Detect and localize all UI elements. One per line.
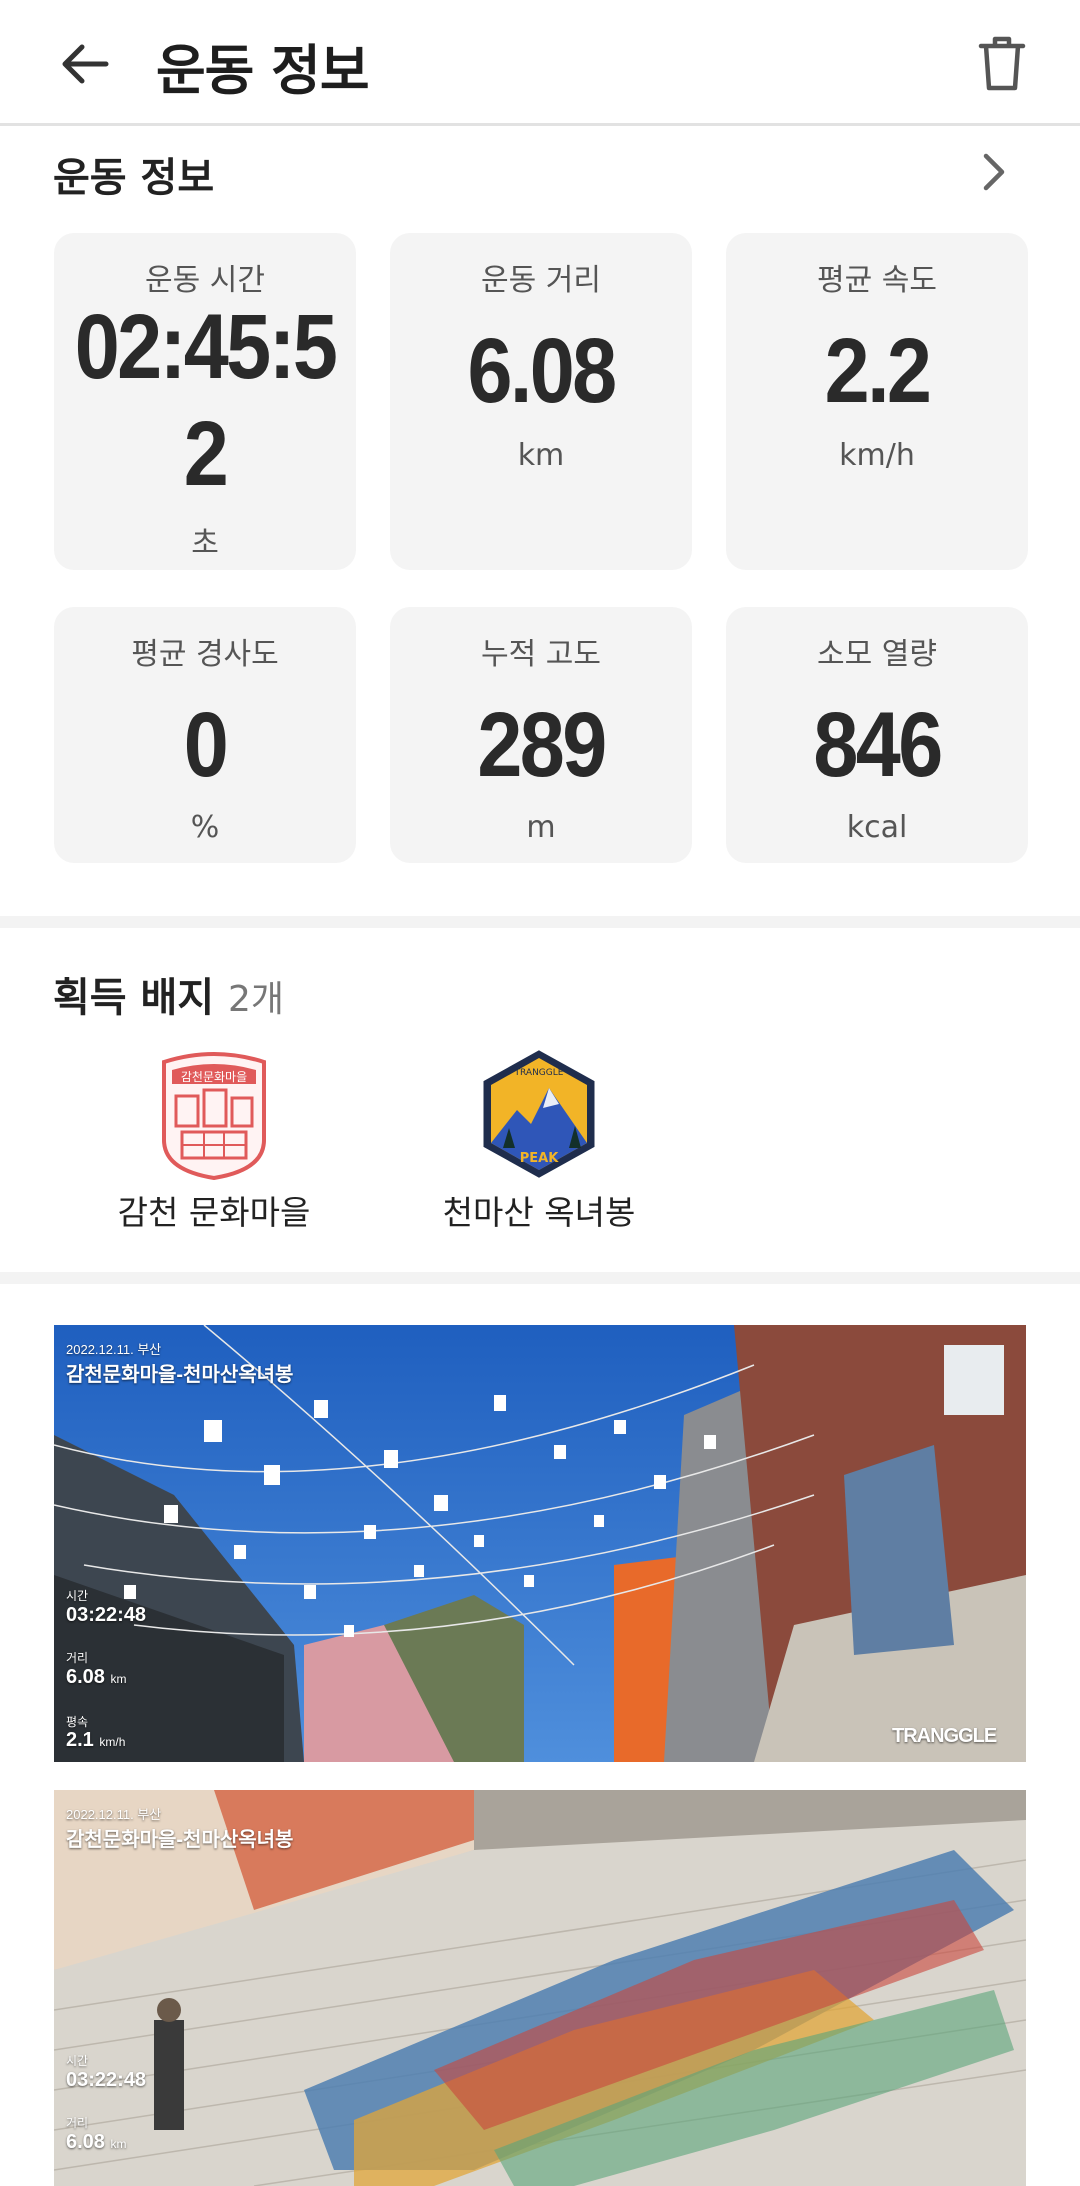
- photo-speed-label: 평속: [66, 1715, 89, 1729]
- badges-count: 2개: [228, 979, 285, 1020]
- photo-speed: 2.1 km/h: [66, 1729, 126, 1751]
- app-bar: 운동 정보: [0, 0, 1080, 126]
- trash-icon[interactable]: [975, 34, 1029, 92]
- workout-photo-2[interactable]: 2022.12.11. 부산 감천문화마을-천마산옥녀봉 시간 03:22:48…: [54, 1790, 1026, 2186]
- stat-unit: kcal: [846, 810, 908, 845]
- badge-name: 천마산 옥녀봉: [442, 1193, 636, 1232]
- photo-dist: 6.08 km: [66, 2131, 127, 2153]
- stat-unit: km/h: [839, 438, 915, 473]
- peak-mountain-badge-icon: TRANGGLE PEAK: [483, 1050, 595, 1178]
- section-divider: [0, 1272, 1080, 1284]
- photo-time-label: 시간: [66, 1589, 89, 1603]
- stat-label: 평균 속도: [817, 263, 937, 298]
- stat-label: 운동 거리: [481, 263, 601, 298]
- gamcheon-stamp-badge-icon: 감천문화마을: [162, 1052, 266, 1180]
- section-divider: [0, 916, 1080, 928]
- stat-card-calories: 소모 열량 846 kcal: [726, 607, 1028, 863]
- stat-value: 02:45:5: [74, 296, 338, 398]
- photo-dist: 6.08 km: [66, 1666, 127, 1688]
- stat-card-avg-slope: 평균 경사도 0 %: [54, 607, 356, 863]
- stat-value: 289: [477, 694, 607, 796]
- svg-text:TRANGGLE: TRANGGLE: [514, 1068, 564, 1078]
- photo-date: 2022.12.11. 부산: [66, 1807, 162, 1822]
- stat-card-elevation: 누적 고도 289 m: [390, 607, 692, 863]
- stat-value: 6.08: [467, 320, 617, 422]
- stat-unit: %: [190, 810, 220, 845]
- chevron-right-icon[interactable]: [976, 150, 1012, 194]
- badge-peak[interactable]: TRANGGLE PEAK 천마산 옥녀봉: [409, 1048, 669, 1234]
- photo-dist-label: 거리: [66, 2116, 89, 2130]
- stat-card-distance: 운동 거리 6.08 km: [390, 233, 692, 570]
- photo-route: 감천문화마을-천마산옥녀봉: [66, 1829, 294, 1851]
- stat-value: 2: [183, 403, 229, 505]
- stat-unit: m: [526, 810, 556, 845]
- stat-unit: 초: [191, 526, 219, 561]
- photo-watermark: TRANGGLE: [892, 1725, 997, 1747]
- workout-section-title: 운동 정보: [53, 155, 215, 201]
- photo-time: 03:22:48: [66, 2069, 147, 2091]
- stat-label: 누적 고도: [481, 637, 601, 672]
- photo-date: 2022.12.11. 부산: [66, 1342, 162, 1357]
- stat-card-duration: 운동 시간 02:45:5 2 초: [54, 233, 356, 570]
- stat-value: 846: [813, 694, 943, 796]
- svg-text:PEAK: PEAK: [520, 1151, 559, 1166]
- stat-value: 2.2: [824, 320, 932, 422]
- stat-label: 평균 경사도: [131, 637, 279, 672]
- svg-text:감천문화마을: 감천문화마을: [181, 1069, 247, 1084]
- photo-route: 감천문화마을-천마산옥녀봉: [66, 1364, 294, 1386]
- stat-card-avg-speed: 평균 속도 2.2 km/h: [726, 233, 1028, 570]
- photo-dist-label: 거리: [66, 1651, 89, 1665]
- stat-unit: km: [517, 438, 565, 473]
- page-title: 운동 정보: [156, 39, 370, 102]
- badge-name: 감천 문화마을: [117, 1193, 311, 1232]
- workout-photo-1[interactable]: 2022.12.11. 부산 감천문화마을-천마산옥녀봉 시간 03:22:48…: [54, 1325, 1026, 1762]
- stat-label: 소모 열량: [817, 637, 937, 672]
- photo-time-label: 시간: [66, 2054, 89, 2068]
- photo-time: 03:22:48: [66, 1604, 147, 1626]
- badges-title: 획득 배지: [53, 975, 215, 1021]
- stat-value: 0: [183, 694, 229, 796]
- badge-gamcheon[interactable]: 감천문화마을 감천 문화마을: [84, 1048, 344, 1234]
- back-arrow-icon[interactable]: [58, 38, 110, 90]
- photo-lanterns-street: [54, 1325, 1026, 1762]
